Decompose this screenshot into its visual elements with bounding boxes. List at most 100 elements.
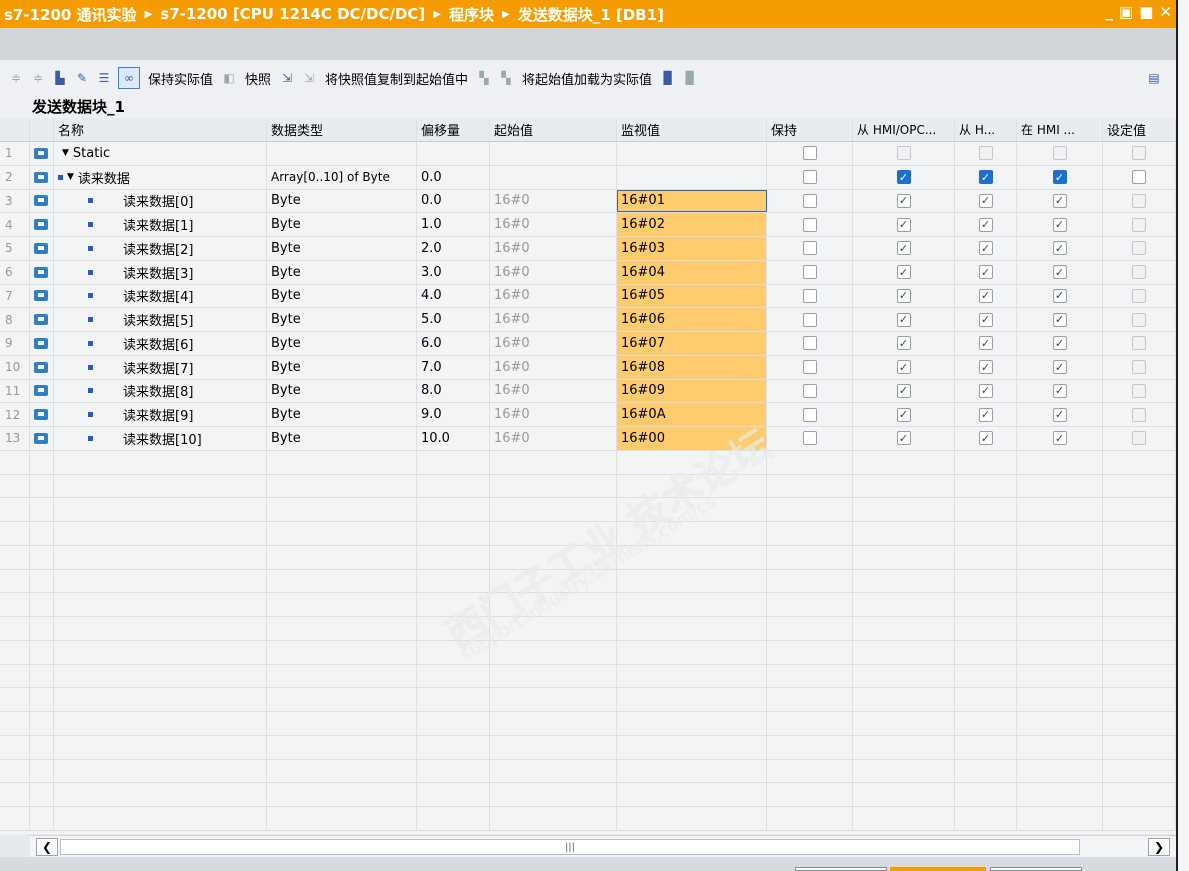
retain-checkbox[interactable] [802,146,817,161]
start-value-cell[interactable]: 16#0 [490,427,617,450]
retain-checkbox[interactable] [802,431,817,446]
in-hmi-checkbox[interactable] [1052,146,1067,161]
col-in-hmi[interactable]: 在 HMI ... [1017,118,1103,141]
db-icon[interactable]: ◧ [221,70,237,86]
setpoint-checkbox[interactable] [1132,265,1146,280]
name-cell[interactable]: 读来数据[3] [54,260,267,284]
monitor-value-cell[interactable]: 16#08 [617,355,767,379]
setpoint-checkbox[interactable] [1132,241,1146,256]
setpoint-checkbox[interactable] [1132,336,1146,351]
type-cell[interactable]: Byte [267,355,417,379]
from-h-checkbox[interactable]: ✓ [978,336,993,351]
breadcrumb-cpu[interactable]: s7-1200 [CPU 1214C DC/DC/DC] [160,5,425,23]
hmi-opc-checkbox[interactable]: ✓ [896,241,911,256]
hmi-opc-checkbox[interactable]: ✓ [896,265,911,280]
minimize-icon[interactable]: _ [1106,3,1114,21]
monitor-value-cell[interactable]: 16#04 [617,260,767,284]
hmi-opc-checkbox[interactable]: ✓ [896,312,911,327]
from-h-checkbox[interactable] [978,146,993,161]
start-value-cell[interactable]: 16#0 [490,213,617,236]
hmi-opc-checkbox[interactable]: ✓ [896,288,911,303]
scroll-left-icon[interactable]: ❮ [36,838,58,856]
table-row[interactable]: 2 ▼ 读来数据 Array[0..10] of Byte 0.0 ✓ ✓ ✓ [0,165,1176,190]
hmi-opc-checkbox[interactable]: ✓ [896,360,911,375]
load-start-values-button[interactable]: 将起始值加载为实际值 [522,69,652,88]
scroll-right-icon[interactable]: ❯ [1148,838,1170,856]
table-row[interactable]: 10 读来数据[7] Byte 7.0 16#0 16#08 ✓ ✓ ✓ [0,355,1176,380]
type-cell[interactable]: Byte [267,189,417,213]
type-cell[interactable]: Byte [267,213,417,236]
setpoint-checkbox[interactable] [1132,383,1146,398]
from-h-checkbox[interactable]: ✓ [978,170,993,185]
table-row[interactable]: 1 ▼ Static [0,142,1176,166]
bottom-tab[interactable] [990,867,1082,871]
hmi-opc-checkbox[interactable]: ✓ [896,193,911,208]
from-h-checkbox[interactable]: ✓ [978,193,993,208]
monitor-value-cell[interactable]: 16#02 [617,213,767,236]
name-cell[interactable]: 读来数据[4] [54,284,267,308]
table-row[interactable]: 8 读来数据[5] Byte 5.0 16#0 16#06 ✓ ✓ ✓ [0,308,1176,332]
type-cell[interactable]: Byte [267,379,417,403]
name-cell[interactable]: 读来数据[9] [54,403,267,426]
in-hmi-checkbox[interactable]: ✓ [1052,383,1067,398]
load-icon[interactable]: ▉ [660,70,676,86]
col-monitor[interactable]: 监视值 [617,118,767,141]
hmi-opc-checkbox[interactable]: ✓ [896,431,911,446]
monitor-value-cell[interactable]: 16#01 [617,189,767,213]
in-hmi-checkbox[interactable]: ✓ [1052,407,1067,422]
from-h-checkbox[interactable]: ✓ [978,217,993,232]
list-icon[interactable]: ☰ [96,70,112,86]
hmi-opc-checkbox[interactable]: ✓ [896,217,911,232]
in-hmi-checkbox[interactable]: ✓ [1052,241,1067,256]
in-hmi-checkbox[interactable]: ✓ [1052,288,1067,303]
setpoint-checkbox[interactable] [1132,170,1146,185]
table-row[interactable]: 3 读来数据[0] Byte 0.0 16#0 16#01 ✓ ✓ ✓ [0,189,1176,214]
type-cell[interactable]: Byte [267,332,417,355]
col-offset[interactable]: 偏移量 [417,118,490,141]
retain-checkbox[interactable] [802,336,817,351]
setpoint-checkbox[interactable] [1132,431,1146,446]
retain-checkbox[interactable] [802,383,817,398]
in-hmi-checkbox[interactable]: ✓ [1052,360,1067,375]
in-hmi-checkbox[interactable]: ✓ [1052,170,1067,185]
type-cell[interactable]: Byte [267,284,417,308]
monitor-value-cell[interactable]: 16#03 [617,237,767,260]
insert-row-icon[interactable]: ≑ [8,70,24,86]
type-cell[interactable]: Byte [267,308,417,331]
from-h-checkbox[interactable]: ✓ [978,241,993,256]
start-value-cell[interactable] [490,142,617,165]
from-h-checkbox[interactable]: ✓ [978,288,993,303]
retain-checkbox[interactable] [802,265,817,280]
hmi-opc-checkbox[interactable]: ✓ [896,407,911,422]
bottom-tab-active[interactable] [890,867,986,871]
type-cell[interactable] [267,142,417,165]
hmi-opc-checkbox[interactable]: ✓ [896,170,911,185]
start-value-cell[interactable] [490,165,617,189]
copy-icon[interactable]: ▚ [476,70,492,86]
table-row[interactable]: 11 读来数据[8] Byte 8.0 16#0 16#09 ✓ ✓ ✓ [0,379,1176,404]
copy-all-icon[interactable]: ▚ [498,70,514,86]
start-value-cell[interactable]: 16#0 [490,189,617,213]
setpoint-checkbox[interactable] [1132,217,1146,232]
table-row[interactable]: 5 读来数据[2] Byte 2.0 16#0 16#03 ✓ ✓ ✓ [0,237,1176,261]
col-type[interactable]: 数据类型 [267,118,417,141]
type-cell[interactable]: Byte [267,427,417,450]
type-cell[interactable]: Byte [267,403,417,426]
close-icon[interactable]: ✕ [1159,3,1172,21]
start-value-cell[interactable]: 16#0 [490,332,617,355]
monitor-value-cell[interactable]: 16#09 [617,379,767,403]
monitor-value-cell[interactable]: 16#00 [617,427,767,450]
start-value-cell[interactable]: 16#0 [490,308,617,331]
start-value-cell[interactable]: 16#0 [490,379,617,403]
monitor-value-cell[interactable] [617,142,767,165]
in-hmi-checkbox[interactable]: ✓ [1052,312,1067,327]
hmi-opc-checkbox[interactable]: ✓ [896,383,911,398]
keep-actual-values-button[interactable]: 保持实际值 [148,69,213,88]
monitor-value-cell[interactable]: 16#06 [617,308,767,331]
table-row[interactable]: 6 读来数据[3] Byte 3.0 16#0 16#04 ✓ ✓ ✓ [0,260,1176,285]
from-h-checkbox[interactable]: ✓ [978,312,993,327]
col-from-h[interactable]: 从 H... [955,118,1017,141]
copy-snapshot-button[interactable]: 将快照值复制到起始值中 [325,69,468,88]
monitor-value-cell[interactable] [617,165,767,189]
retain-checkbox[interactable] [802,288,817,303]
